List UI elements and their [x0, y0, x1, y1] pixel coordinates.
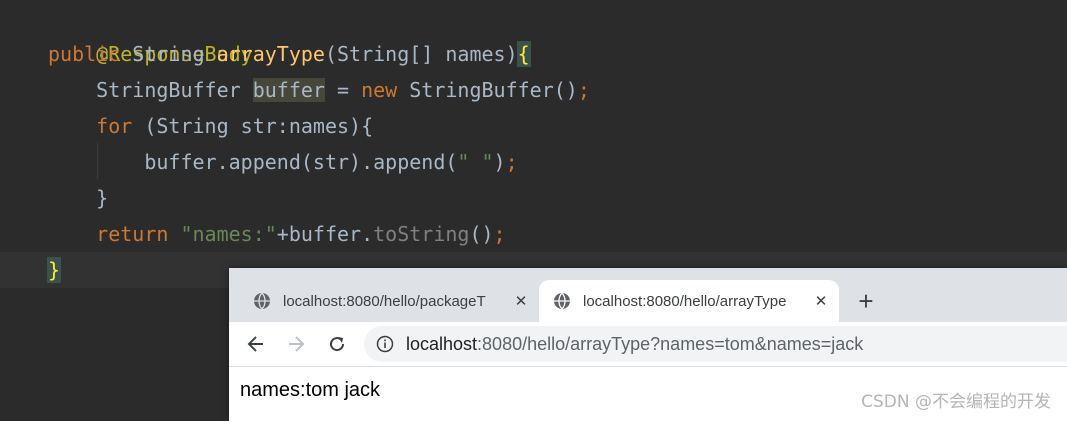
forward-arrow-icon: [289, 336, 305, 352]
semicolon: ;: [577, 78, 590, 102]
url-text: localhost:8080/hello/arrayType?names=tom…: [406, 334, 863, 355]
code-line-for-close: }: [48, 180, 108, 216]
code-line-method-signature: public String arrayType(String[] names){: [48, 36, 531, 72]
for-header: (String str:names){: [132, 114, 374, 138]
response-body-text: names:tom jack: [240, 379, 381, 401]
code-line-append: buffer.append(str).append(" ");: [48, 144, 518, 180]
string-literal-names: "names:": [180, 222, 277, 246]
closing-brace: }: [96, 186, 109, 210]
method-name: arrayType: [216, 42, 325, 66]
keyword-for: for: [96, 114, 133, 138]
address-bar[interactable]: localhost:8080/hello/arrayType?names=tom…: [364, 326, 1067, 362]
tab-strip: localhost:8080/hello/packageT ✕ localhos…: [229, 268, 1067, 322]
return-type: String: [132, 42, 205, 66]
keyword-return: return: [96, 222, 169, 246]
url-path: :8080/hello/arrayType?names=tom&names=ja…: [477, 333, 864, 354]
code-line-for-loop: for (String str:names){: [48, 108, 373, 144]
info-icon[interactable]: [376, 335, 394, 353]
return-expression: +buffer.: [276, 222, 374, 246]
highlighted-variable: buffer: [252, 78, 325, 102]
method-params: (String[] names): [324, 42, 518, 66]
type-token: StringBuffer: [96, 78, 241, 102]
tab-package-type[interactable]: localhost:8080/hello/packageT ✕: [239, 280, 539, 322]
append-call: buffer.append(str).append(: [144, 150, 458, 174]
back-arrow-icon: [247, 336, 263, 352]
keyword-new: new: [361, 78, 398, 102]
forward-button[interactable]: [278, 322, 314, 366]
matched-brace-open: {: [516, 41, 531, 67]
paren-pair: (): [469, 222, 494, 246]
keyword-public: public: [48, 42, 121, 66]
back-button[interactable]: [238, 322, 274, 366]
semicolon: ;: [493, 222, 506, 246]
code-line-annotation: @ResponseBody: [48, 0, 253, 66]
plus-icon[interactable]: +: [854, 286, 878, 316]
watermark: CSDN @不会编程的开发: [861, 392, 1051, 412]
tab-title: localhost:8080/hello/arrayType: [583, 292, 787, 310]
reload-icon: [330, 337, 345, 352]
tab-title: localhost:8080/hello/packageT: [283, 292, 486, 310]
constructor-call: StringBuffer(): [397, 78, 578, 102]
matched-brace-close: }: [46, 257, 62, 283]
browser-window: localhost:8080/hello/packageT ✕ localhos…: [229, 268, 1067, 421]
code-line-buffer-declaration: StringBuffer buffer = new StringBuffer()…: [48, 72, 590, 108]
close-icon[interactable]: ✕: [809, 292, 833, 310]
tab-array-type[interactable]: localhost:8080/hello/arrayType ✕: [539, 280, 839, 322]
tostring-call: toString: [373, 222, 470, 246]
string-literal-space: " ": [457, 150, 494, 174]
url-host: localhost: [406, 333, 478, 354]
reload-button[interactable]: [319, 322, 355, 366]
globe-icon: [254, 292, 270, 310]
page-content: names:tom jack CSDN @不会编程的开发: [229, 367, 1067, 421]
semicolon: ;: [505, 150, 518, 174]
code-line-return: return "names:"+buffer.toString();: [48, 216, 506, 252]
paren-close: ): [493, 150, 506, 174]
browser-toolbar: localhost:8080/hello/arrayType?names=tom…: [229, 322, 1067, 366]
close-icon[interactable]: ✕: [509, 292, 533, 310]
globe-icon: [554, 292, 570, 310]
indent-guide: [97, 143, 98, 179]
assign-token: =: [324, 78, 362, 102]
